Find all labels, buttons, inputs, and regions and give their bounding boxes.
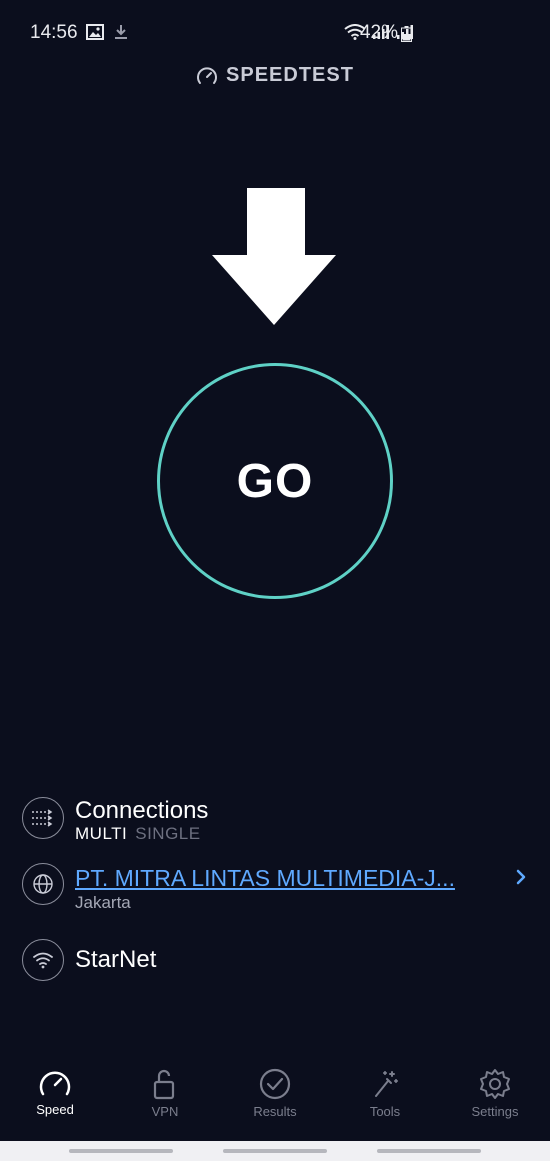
app-title: SPEEDTEST: [0, 64, 550, 87]
gallery-icon: [86, 24, 104, 40]
nav-item-vpn[interactable]: VPN: [110, 1068, 220, 1140]
nav-item-settings[interactable]: Settings: [440, 1068, 550, 1140]
server-city: Jakarta: [75, 893, 131, 912]
nav-item-results[interactable]: Results: [220, 1068, 330, 1140]
chevron-right-icon[interactable]: [514, 867, 528, 887]
status-bar: 14:56 42%: [0, 0, 550, 66]
status-time: 14:56: [30, 22, 78, 43]
bottom-nav: Speed VPN Results Tools Settings: [0, 1068, 550, 1140]
connection-option-single[interactable]: SINGLE: [135, 824, 200, 843]
app-title-text: SPEEDTEST: [226, 64, 354, 86]
server-row[interactable]: PT. MITRA LINTAS MULTIMEDIA-J... Jakarta: [22, 863, 528, 913]
speedometer-icon: [39, 1071, 71, 1096]
nav-item-speed[interactable]: Speed: [0, 1068, 110, 1140]
connections-title: Connections: [75, 797, 209, 824]
nav-label-speed: Speed: [36, 1102, 74, 1117]
connections-row[interactable]: Connections MULTI SINGLE: [22, 797, 528, 843]
server-name-link[interactable]: PT. MITRA LINTAS MULTIMEDIA-J...: [75, 863, 455, 893]
nav-handle-right[interactable]: [377, 1149, 481, 1153]
magic-wand-icon: [375, 1071, 398, 1097]
nav-item-tools[interactable]: Tools: [330, 1068, 440, 1140]
connections-icon: [22, 797, 64, 839]
battery-percentage: 42%: [359, 22, 398, 43]
nav-label-tools: Tools: [369, 1104, 401, 1119]
down-arrow-icon: [212, 188, 336, 325]
download-icon: [115, 25, 127, 39]
connection-option-multi[interactable]: MULTI: [75, 824, 127, 843]
gear-icon: [480, 1069, 510, 1099]
unlock-icon: [153, 1069, 175, 1100]
nav-label-results: Results: [253, 1104, 297, 1119]
speedometer-icon: [197, 66, 217, 84]
battery-icon: [401, 26, 412, 42]
go-button-label: GO: [236, 454, 314, 508]
go-button[interactable]: GO: [157, 363, 393, 599]
system-nav-bar: [0, 1141, 550, 1161]
nav-handle-center[interactable]: [223, 1149, 327, 1153]
nav-label-vpn: VPN: [151, 1104, 179, 1119]
network-name: StarNet: [75, 946, 157, 973]
wifi-icon: [22, 939, 64, 981]
nav-handle-left[interactable]: [69, 1149, 173, 1153]
check-circle-icon: [259, 1068, 291, 1100]
nav-label-settings: Settings: [471, 1104, 519, 1119]
globe-icon: [22, 863, 64, 905]
network-row: StarNet: [22, 939, 528, 981]
